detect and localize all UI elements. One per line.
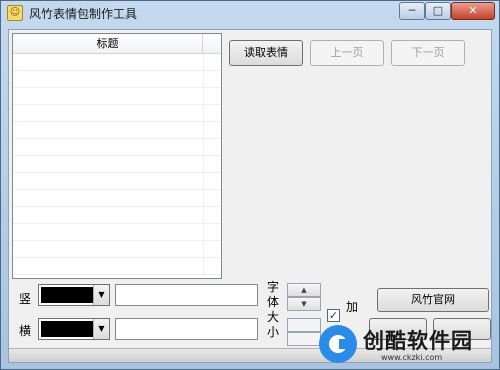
add-checkbox[interactable]: ✓ <box>327 309 340 322</box>
minimize-button[interactable]: ─ <box>399 2 425 20</box>
list-row[interactable] <box>13 122 221 139</box>
list-row[interactable] <box>13 139 221 156</box>
app-icon: ☺ <box>7 5 23 21</box>
client-area: 标题 读取表情 上一页 下一页 竖 ▼ 横 ▼ 字体大小 ▲ ▼ ✓ 加 风竹官… <box>8 29 492 363</box>
maximize-button[interactable]: □ <box>425 2 451 20</box>
watermark: 创酷软件园 www.ckzki.com <box>319 323 497 367</box>
add-label: 加 <box>346 300 359 314</box>
watermark-url: www.ckzki.com <box>381 353 443 362</box>
list-row[interactable] <box>13 105 221 122</box>
spin-down-icon[interactable]: ▼ <box>287 297 321 311</box>
prev-page-button[interactable]: 上一页 <box>310 40 384 66</box>
watermark-logo-cut <box>339 339 351 349</box>
list-row[interactable] <box>13 241 221 258</box>
main-window: ☺ 风竹表情包制作工具 ─ □ ✕ 标题 读取表情 上一页 下一页 竖 ▼ 横 … <box>0 0 500 370</box>
vertical-color-select[interactable]: ▼ <box>38 284 110 306</box>
window-title: 风竹表情包制作工具 <box>29 7 138 21</box>
watermark-text: 创酷软件园 <box>363 329 473 353</box>
chevron-down-icon[interactable]: ▼ <box>93 319 109 339</box>
list-row[interactable] <box>13 224 221 241</box>
font-size-label: 字体大小 <box>266 280 279 339</box>
vertical-label: 竖 <box>19 292 32 306</box>
list-row[interactable] <box>13 54 221 71</box>
list-row[interactable] <box>13 88 221 105</box>
chevron-down-icon[interactable]: ▼ <box>93 285 109 305</box>
horizontal-color-select[interactable]: ▼ <box>38 318 110 340</box>
spin-up-icon[interactable]: ▲ <box>287 283 321 297</box>
official-site-button[interactable]: 风竹官网 <box>377 288 489 312</box>
horizontal-label: 横 <box>19 324 32 338</box>
column-header-title[interactable]: 标题 <box>13 34 203 54</box>
column-header-empty <box>203 34 221 54</box>
list-row[interactable] <box>13 190 221 207</box>
close-button[interactable]: ✕ <box>451 2 495 20</box>
list-row[interactable] <box>13 258 221 275</box>
vertical-color-swatch <box>41 287 93 303</box>
font-size-input[interactable] <box>287 318 321 332</box>
list-row[interactable] <box>13 71 221 88</box>
title-list[interactable]: 标题 <box>12 33 222 279</box>
title-bar[interactable]: ☺ 风竹表情包制作工具 ─ □ ✕ <box>1 1 499 29</box>
read-emoji-button[interactable]: 读取表情 <box>229 40 303 66</box>
list-row[interactable] <box>13 173 221 190</box>
next-page-button[interactable]: 下一页 <box>391 40 465 66</box>
vertical-text-input[interactable] <box>115 284 258 306</box>
list-row[interactable] <box>13 156 221 173</box>
horizontal-color-swatch <box>41 321 93 337</box>
font-size-input-lower[interactable] <box>287 332 321 346</box>
list-row[interactable] <box>13 207 221 224</box>
horizontal-text-input[interactable] <box>115 318 258 340</box>
watermark-logo-icon <box>319 325 357 363</box>
